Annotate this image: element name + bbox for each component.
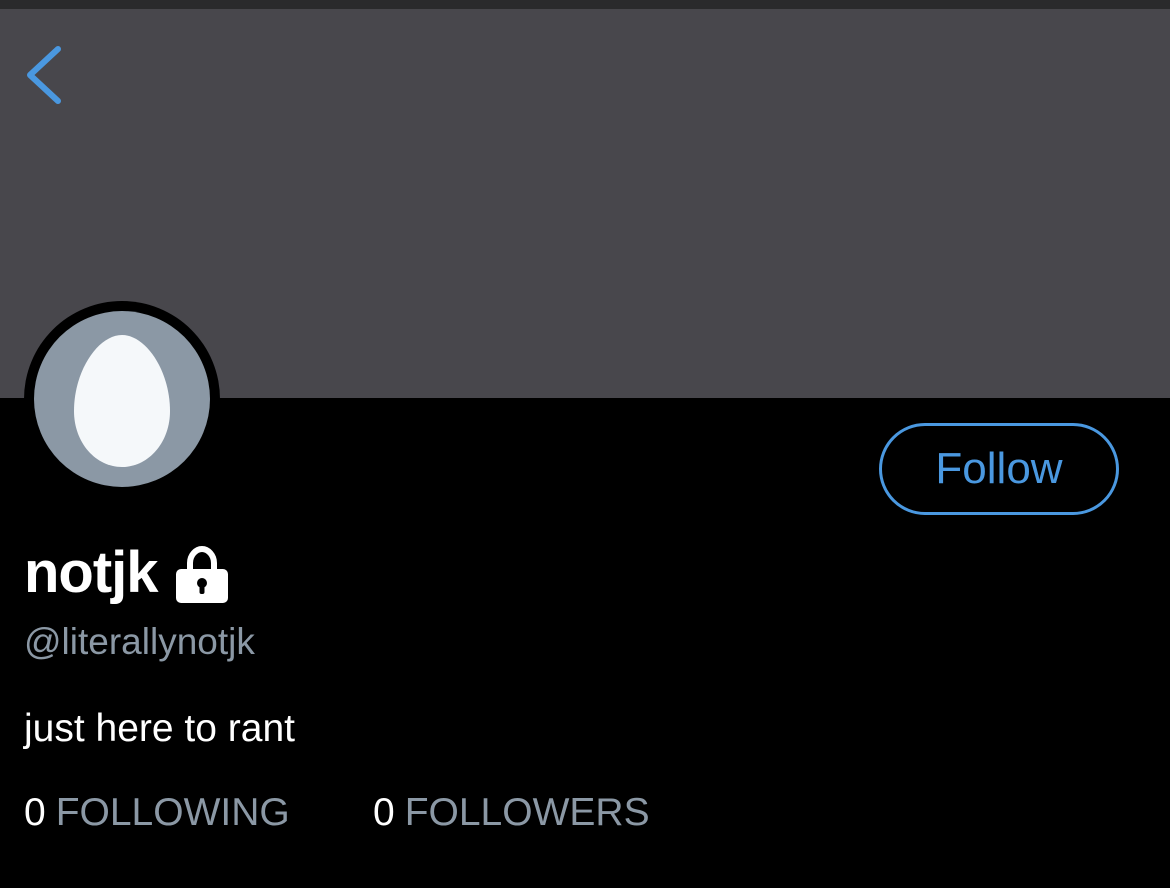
profile-bio: just here to rant: [24, 707, 295, 750]
egg-avatar-icon: [74, 335, 170, 467]
following-count: 0: [24, 791, 46, 834]
back-button[interactable]: [18, 37, 78, 113]
follow-button[interactable]: Follow: [879, 423, 1119, 515]
followers-label: FOLLOWERS: [404, 791, 650, 834]
followers-count: 0: [373, 791, 395, 834]
display-name-row: notjk: [24, 532, 234, 612]
followers-stat[interactable]: 0 FOLLOWERS: [373, 788, 650, 838]
chevron-left-icon: [18, 37, 78, 113]
avatar[interactable]: [34, 311, 210, 487]
profile-screen: Follow notjk @literallynotjk just here t…: [0, 0, 1170, 888]
following-stat[interactable]: 0 FOLLOWING: [24, 788, 290, 838]
avatar-frame[interactable]: [24, 301, 220, 497]
status-bar-edge: [0, 0, 1170, 9]
profile-handle: @literallynotjk: [24, 621, 255, 662]
display-name: notjk: [24, 539, 159, 605]
following-label: FOLLOWING: [55, 791, 290, 834]
lock-icon: [170, 543, 234, 607]
